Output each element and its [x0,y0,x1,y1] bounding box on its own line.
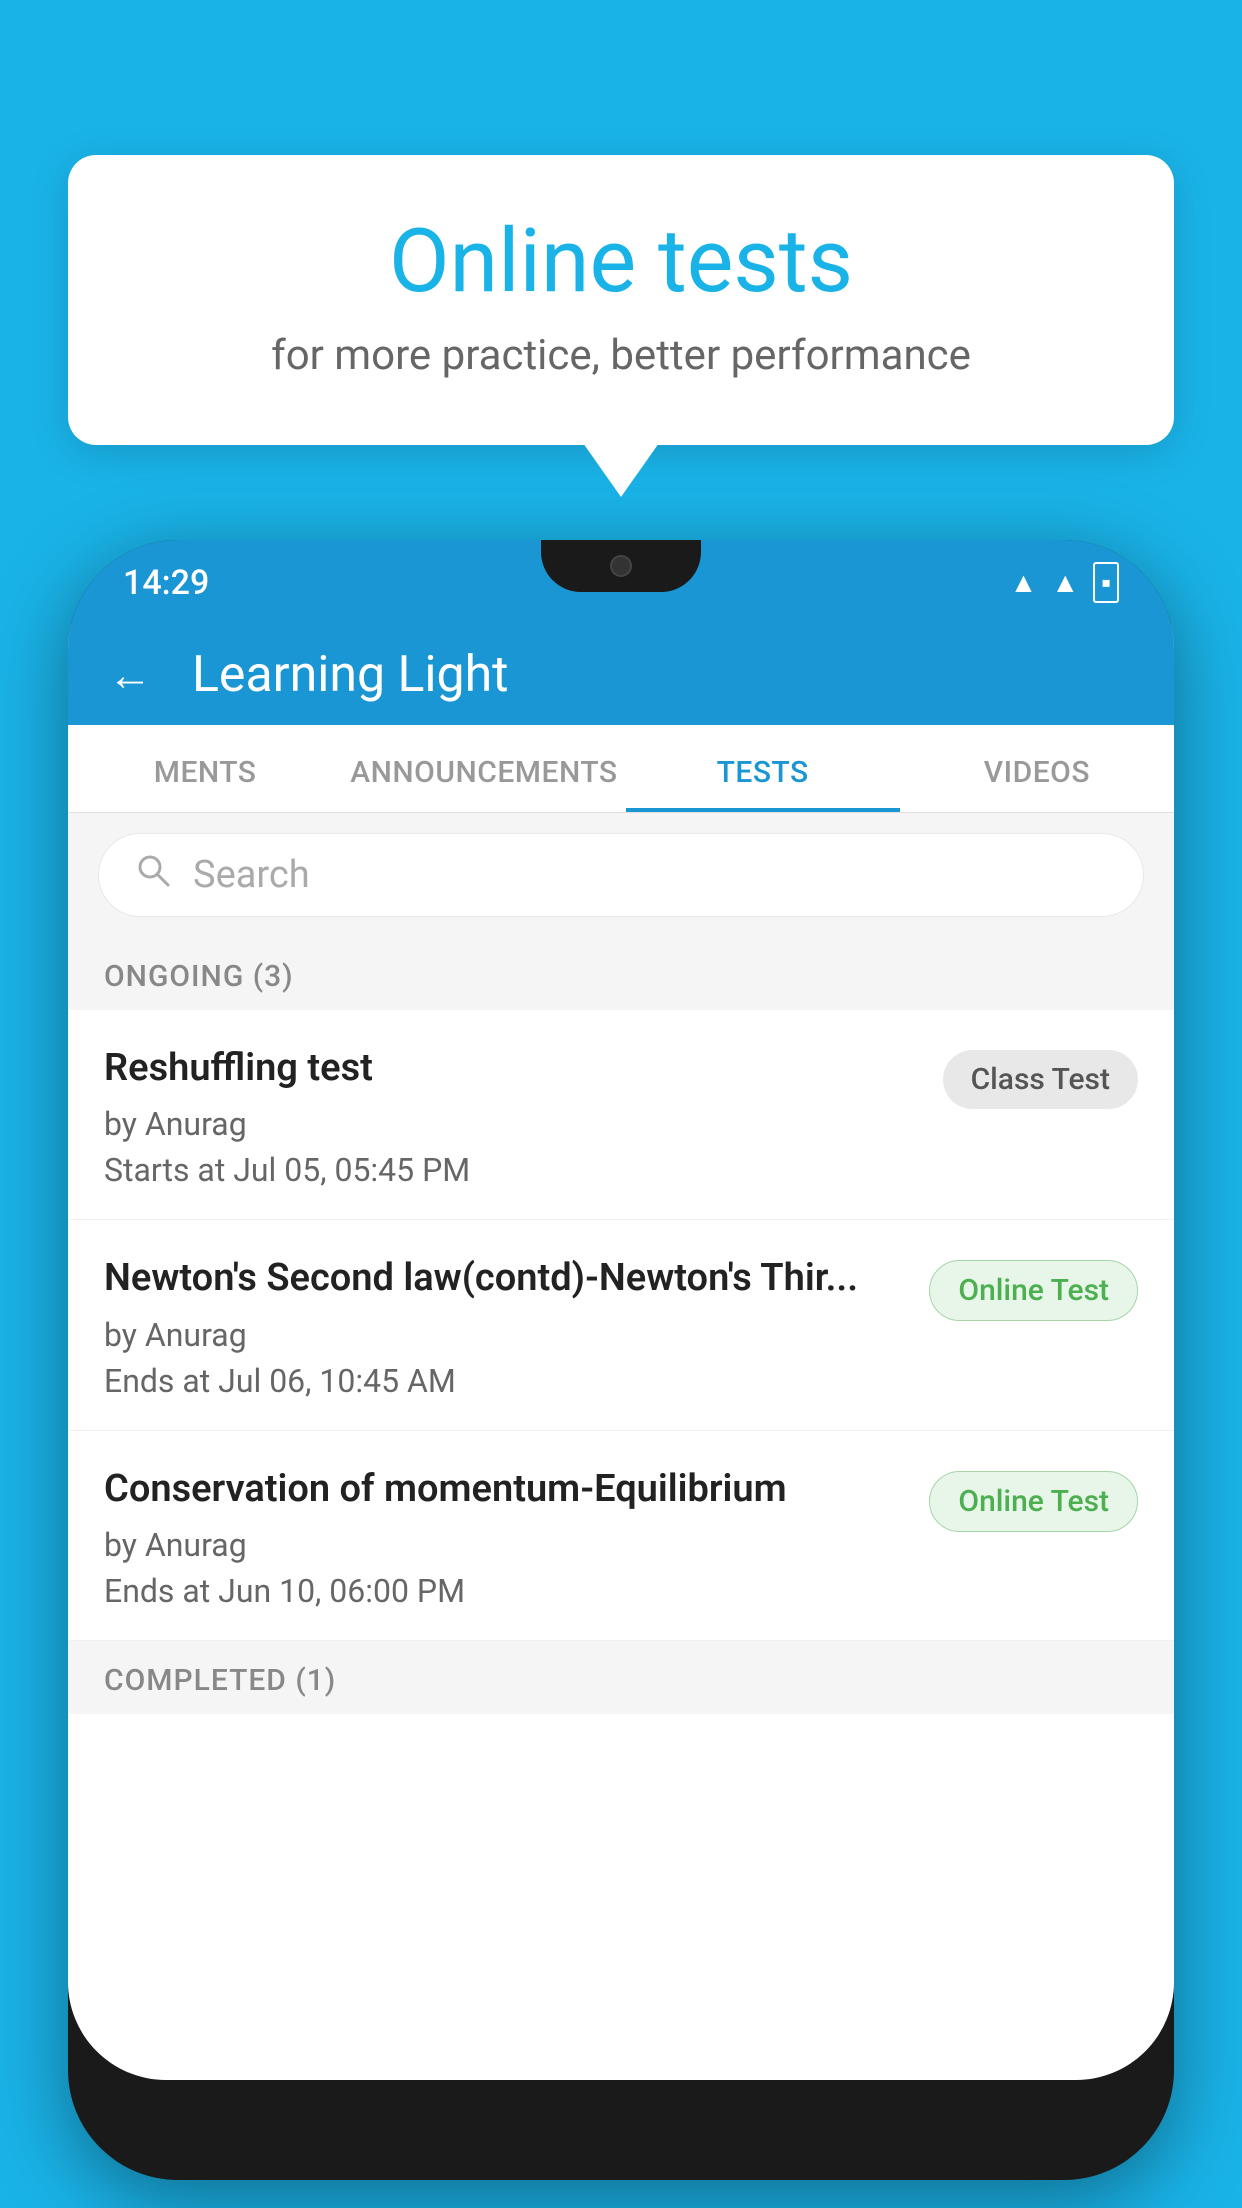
app-header-title: Learning Light [192,646,509,704]
wifi-icon: ▲ [1010,566,1038,599]
tab-videos[interactable]: VIDEOS [900,725,1174,812]
test-name-2: Newton's Second law(contd)-Newton's Thir… [104,1254,905,1303]
test-badge-2: Online Test [929,1260,1138,1321]
notch [541,540,701,592]
test-date-2: Ends at Jul 06, 10:45 AM [104,1362,905,1400]
speech-bubble: Online tests for more practice, better p… [68,155,1174,445]
test-author-2: by Anurag [104,1316,905,1354]
tab-announcements[interactable]: ANNOUNCEMENTS [342,725,625,812]
test-info-2: Newton's Second law(contd)-Newton's Thir… [104,1254,929,1399]
test-author-3: by Anurag [104,1526,905,1564]
test-info-3: Conservation of momentum-Equilibrium by … [104,1465,929,1610]
search-placeholder: Search [193,853,310,897]
ongoing-section-label: ONGOING (3) [68,937,1174,1010]
tab-tests[interactable]: TESTS [626,725,900,812]
tab-ments[interactable]: MENTS [68,725,342,812]
back-button[interactable]: ← [108,649,152,701]
tabs-bar: MENTS ANNOUNCEMENTS TESTS VIDEOS [68,725,1174,813]
app-header: ← Learning Light [68,625,1174,725]
test-name-3: Conservation of momentum-Equilibrium [104,1465,905,1514]
completed-section-label: COMPLETED (1) [68,1641,1174,1714]
test-date-1: Starts at Jul 05, 05:45 PM [104,1151,919,1189]
test-item[interactable]: Newton's Second law(contd)-Newton's Thir… [68,1220,1174,1430]
test-item[interactable]: Conservation of momentum-Equilibrium by … [68,1431,1174,1641]
test-name-1: Reshuffling test [104,1044,919,1093]
screen-content: Search ONGOING (3) Reshuffling test by A… [68,813,1174,2080]
test-date-3: Ends at Jun 10, 06:00 PM [104,1572,905,1610]
test-info-1: Reshuffling test by Anurag Starts at Jul… [104,1044,943,1189]
search-bar[interactable]: Search [98,833,1144,917]
phone-frame: 14:29 ▲ ▲ ▪ ← Learning Light MENTS ANNOU… [68,540,1174,2180]
test-item[interactable]: Reshuffling test by Anurag Starts at Jul… [68,1010,1174,1220]
search-icon [135,852,171,898]
bubble-title: Online tests [128,210,1114,313]
bubble-subtitle: for more practice, better performance [128,331,1114,380]
status-bar: 14:29 ▲ ▲ ▪ [68,540,1174,625]
status-icons: ▲ ▲ ▪ [1010,562,1119,603]
test-badge-3: Online Test [929,1471,1138,1532]
search-container: Search [68,813,1174,937]
status-time: 14:29 [123,563,209,603]
test-author-1: by Anurag [104,1105,919,1143]
test-list: Reshuffling test by Anurag Starts at Jul… [68,1010,1174,1641]
camera-dot [610,555,632,577]
test-badge-1: Class Test [943,1050,1138,1109]
signal-icon: ▲ [1051,566,1079,599]
battery-icon: ▪ [1093,562,1119,603]
phone-screen: ← Learning Light MENTS ANNOUNCEMENTS TES… [68,625,1174,2080]
